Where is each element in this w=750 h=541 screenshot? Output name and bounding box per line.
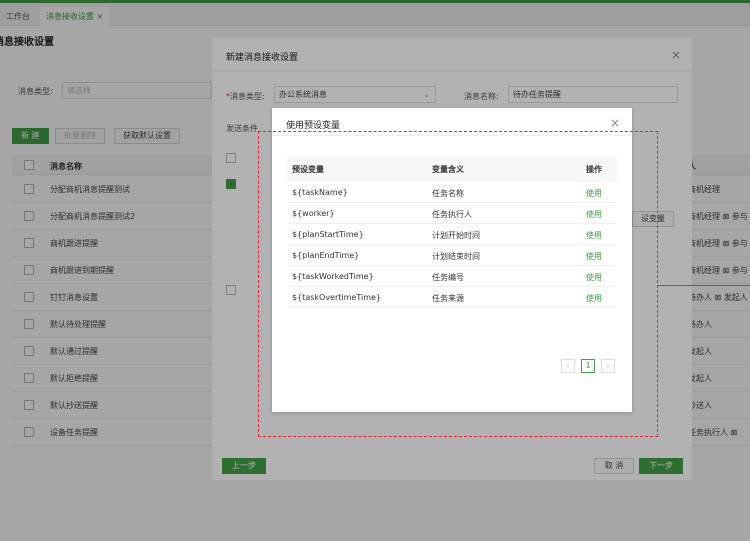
- annotation-line: [658, 285, 750, 286]
- column-header-operation: 操作: [586, 165, 602, 174]
- variable-meaning: 计划开始时间: [432, 231, 480, 240]
- variable-row: ${planEndTime} 计划结束时间 使用: [287, 245, 617, 266]
- variable-name: ${planEndTime}: [292, 251, 360, 260]
- use-link[interactable]: 使用: [586, 230, 602, 241]
- variable-name: ${planStartTime}: [292, 230, 364, 239]
- variable-meaning: 任务名称: [432, 189, 464, 198]
- use-link[interactable]: 使用: [586, 188, 602, 199]
- column-header-meaning: 变量含义: [432, 165, 464, 174]
- variable-meaning: 任务来源: [432, 294, 464, 303]
- variable-table-header: 预设变量 变量含义 操作: [287, 156, 617, 182]
- variable-row: ${worker} 任务执行人 使用: [287, 203, 617, 224]
- divider: [272, 135, 632, 136]
- use-link[interactable]: 使用: [586, 251, 602, 262]
- next-page-icon[interactable]: ›: [601, 359, 615, 373]
- use-link[interactable]: 使用: [586, 209, 602, 220]
- page-number[interactable]: 1: [581, 359, 595, 373]
- use-link[interactable]: 使用: [586, 272, 602, 283]
- variable-row: ${planStartTime} 计划开始时间 使用: [287, 224, 617, 245]
- close-icon[interactable]: ×: [610, 116, 620, 130]
- variable-meaning: 任务执行人: [432, 210, 472, 219]
- variable-row: ${taskOvertimeTime} 任务来源 使用: [287, 287, 617, 308]
- variable-meaning: 计划结束时间: [432, 252, 480, 261]
- modal-title: 使用预设变量: [286, 121, 341, 131]
- prev-page-icon[interactable]: ‹: [561, 359, 575, 373]
- variable-name: ${worker}: [292, 209, 335, 218]
- variable-row: ${taskName} 任务名称 使用: [287, 182, 617, 203]
- variable-name: ${taskOvertimeTime}: [292, 293, 382, 302]
- column-header-variable: 预设变量: [292, 165, 324, 174]
- variable-name: ${taskWorkedTime}: [292, 272, 374, 281]
- preset-variable-modal: 使用预设变量 × 预设变量 变量含义 操作 ${taskName} 任务名称 使用 $…: [272, 108, 632, 412]
- variable-meaning: 任务编号: [432, 273, 464, 282]
- use-link[interactable]: 使用: [586, 293, 602, 304]
- variable-name: ${taskName}: [292, 188, 348, 197]
- variable-row: ${taskWorkedTime} 任务编号 使用: [287, 266, 617, 287]
